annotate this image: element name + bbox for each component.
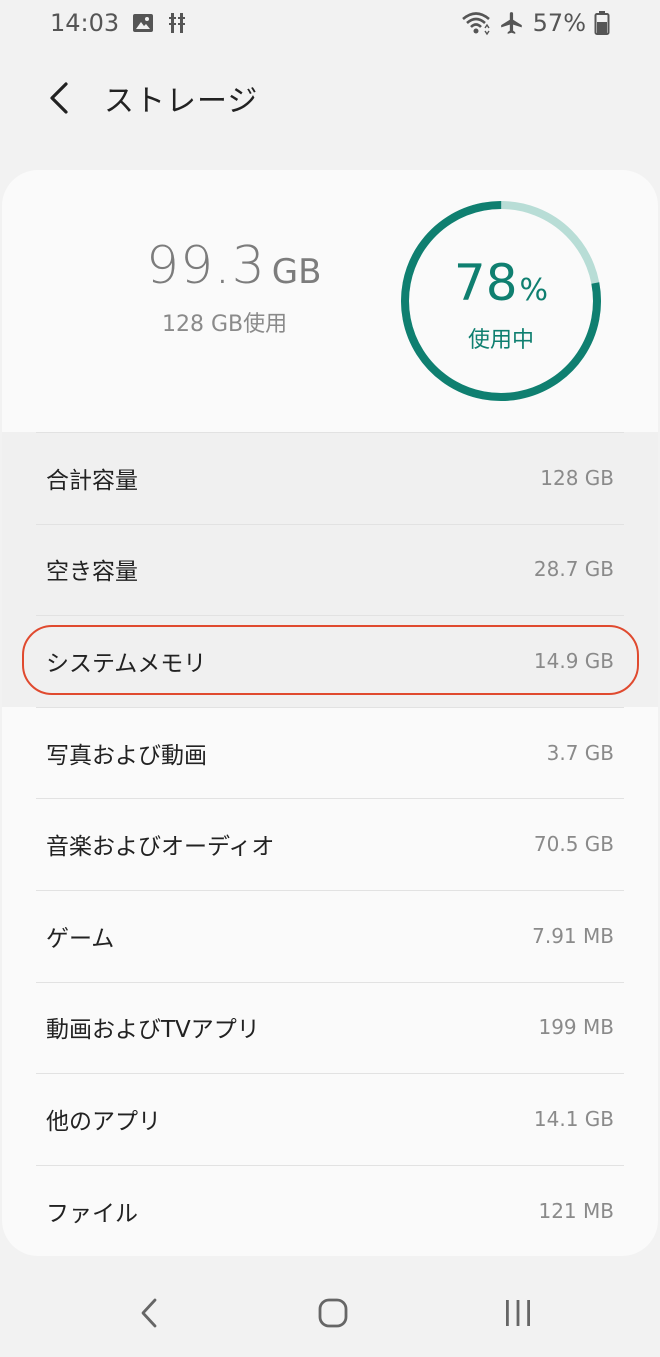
nav-back-button[interactable] [119, 1288, 179, 1338]
list-item-video-tv-apps[interactable]: 動画およびTVアプリ 199 MB [2, 981, 658, 1074]
divider [36, 1073, 624, 1075]
used-unit: GB [271, 252, 322, 292]
nav-home-button[interactable] [303, 1288, 363, 1338]
storage-card: 99.3 GB 128 GB使用 78% 使用中 合計容量 128 GB 空き容量… [2, 170, 658, 1256]
row-label: 他のアプリ [46, 1108, 161, 1135]
used-value: 99.3 [146, 236, 266, 296]
chevron-left-icon [141, 1298, 157, 1328]
list-item-photos-videos[interactable]: 写真および動画 3.7 GB [2, 706, 658, 799]
back-button[interactable] [36, 74, 84, 122]
home-icon [318, 1298, 348, 1328]
divider [36, 798, 624, 800]
row-value: 14.9 GB [533, 648, 614, 673]
navigation-bar [0, 1270, 660, 1357]
wifi-icon [461, 10, 491, 36]
status-right: 57% [461, 9, 610, 37]
divider [36, 1164, 624, 1166]
row-label: ファイル [46, 1200, 138, 1227]
divider [36, 523, 624, 525]
row-value: 14.1 GB [533, 1106, 614, 1131]
usage-percent-sign: % [519, 273, 549, 308]
airplane-icon [499, 10, 525, 36]
row-label: ゲーム [46, 925, 115, 952]
app-bar: ストレージ [0, 58, 660, 138]
list-item-other-apps[interactable]: 他のアプリ 14.1 GB [2, 1073, 658, 1165]
row-value: 121 MB [538, 1198, 614, 1223]
divider [36, 432, 624, 433]
battery-percent: 57% [532, 9, 586, 37]
battery-icon [594, 10, 610, 36]
row-value: 70.5 GB [533, 832, 614, 857]
image-icon [131, 11, 155, 35]
divider [36, 981, 624, 983]
row-value: 199 MB [538, 1015, 614, 1040]
list-item-free[interactable]: 空き容量 28.7 GB [2, 523, 658, 616]
page-title: ストレージ [104, 84, 259, 119]
usage-percent: 78% [400, 254, 602, 320]
row-label: 音楽およびオーディオ [46, 834, 275, 861]
divider [36, 889, 624, 891]
list-item-games[interactable]: ゲーム 7.91 MB [2, 889, 658, 982]
usb-debug-icon [167, 11, 187, 35]
row-value: 3.7 GB [546, 740, 614, 765]
status-time: 14:03 [50, 9, 120, 37]
row-label: 動画およびTVアプリ [46, 1017, 260, 1044]
list-item-system-memory[interactable]: システムメモリ 14.9 GB [2, 615, 658, 707]
list-item-music-audio[interactable]: 音楽およびオーディオ 70.5 GB [2, 798, 658, 890]
row-label: 写真および動画 [46, 742, 207, 769]
storage-list: 合計容量 128 GB 空き容量 28.7 GB システムメモリ 14.9 GB… [2, 432, 658, 1256]
row-label: 空き容量 [46, 559, 138, 586]
row-value: 128 GB [540, 465, 614, 490]
usage-percent-value: 78 [453, 254, 518, 312]
nav-recents-button[interactable] [488, 1288, 548, 1338]
recents-icon [506, 1300, 530, 1326]
chevron-left-icon [50, 82, 68, 114]
used-amount: 99.3 GB [146, 236, 321, 296]
row-value: 7.91 MB [532, 923, 614, 948]
list-item-total[interactable]: 合計容量 128 GB [2, 432, 658, 524]
divider [36, 615, 624, 617]
status-bar: 14:03 57% [0, 0, 660, 46]
capacity-text: 128 GB使用 [162, 312, 288, 337]
row-label: システムメモリ [46, 650, 207, 677]
divider [36, 706, 624, 708]
list-item-files[interactable]: ファイル 121 MB [2, 1164, 658, 1256]
usage-status-text: 使用中 [467, 328, 534, 353]
storage-summary: 99.3 GB 128 GB使用 78% 使用中 [2, 170, 658, 432]
usage-ring-label: 78% 使用中 [400, 254, 602, 354]
status-left: 14:03 [50, 9, 187, 37]
row-label: 合計容量 [46, 467, 138, 494]
row-value: 28.7 GB [533, 557, 614, 582]
